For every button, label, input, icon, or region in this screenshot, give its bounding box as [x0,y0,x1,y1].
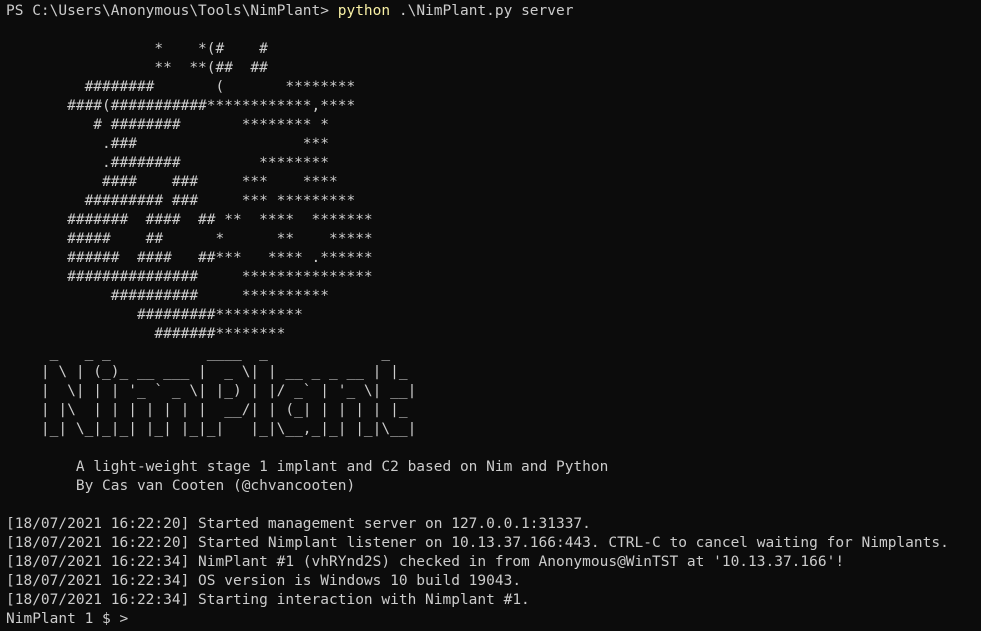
server-log: [18/07/2021 16:22:20] Started management… [6,515,981,610]
tagline: A light-weight stage 1 implant and C2 ba… [6,459,609,475]
log-line: [18/07/2021 16:22:20] Started Nimplant l… [6,535,949,551]
shell-prompt-line[interactable]: NimPlant 1 $ > [6,610,981,629]
command-line: PS C:\Users\Anonymous\Tools\NimPlant> py… [6,2,981,21]
ascii-logo-line: | \| | | '_ ` _ \| |_) | |/ _` | '_ \| _… [6,383,417,399]
ascii-art-line: ########## ********** [6,288,330,304]
log-line: [18/07/2021 16:22:20] Started management… [6,516,591,532]
ascii-logo-line: _ _ _ ____ _ _ [6,345,391,361]
shell-prompt: NimPlant 1 $ > [6,611,137,627]
ascii-art-line: * *(# # [6,41,268,57]
ascii-art-line: ######### ### *** ********* [6,193,356,209]
ascii-art-line: ####### #### ## ** **** ******* [6,212,373,228]
ascii-art-line: # ######## ******** * [6,117,330,133]
ascii-art-line: .### *** [6,136,330,152]
ascii-art-line: .######## ******** [6,155,330,171]
command-name: python [337,3,391,19]
ascii-banner: * *(# # ** **(## ## ######## ( ******** … [6,40,981,496]
ascii-art-line: ############### *************** [6,269,373,285]
command-args: .\NimPlant.py server [390,3,574,19]
ascii-logo-line: |_| \_|_|_| |_| |_|_| |_|\__,_|_| |_|\__… [6,421,417,437]
ascii-logo-line: | |\ | | | | | | | __/| | (_| | | | | |_ [6,402,408,418]
ascii-logo-line: | \ | (_)_ __ ___ | _ \| | __ _ _ __ | |… [6,364,408,380]
ascii-art-line: ###### #### ##*** **** .****** [6,250,373,266]
ascii-art-line: ####(###########************,**** [6,98,356,114]
ascii-art-line: ######## ( ******** [6,79,356,95]
text-cursor[interactable] [137,610,145,625]
log-line: [18/07/2021 16:22:34] Starting interacti… [6,592,530,608]
ascii-art-line: #########********** [6,307,303,323]
ascii-art-line: #### ### *** **** [6,174,338,190]
ascii-art-line: ##### ## * ** ***** [6,231,373,247]
log-line: [18/07/2021 16:22:34] OS version is Wind… [6,573,522,589]
ascii-art-line: ** **(## ## [6,60,268,76]
prompt-path: PS C:\Users\Anonymous\Tools\NimPlant> [6,3,338,19]
log-line: [18/07/2021 16:22:34] NimPlant #1 (vhRYn… [6,554,845,570]
terminal-window[interactable]: PS C:\Users\Anonymous\Tools\NimPlant> py… [0,0,981,631]
author-credit: By Cas van Cooten (@chvancooten) [6,478,356,494]
ascii-art-line: #######******** [6,326,286,342]
